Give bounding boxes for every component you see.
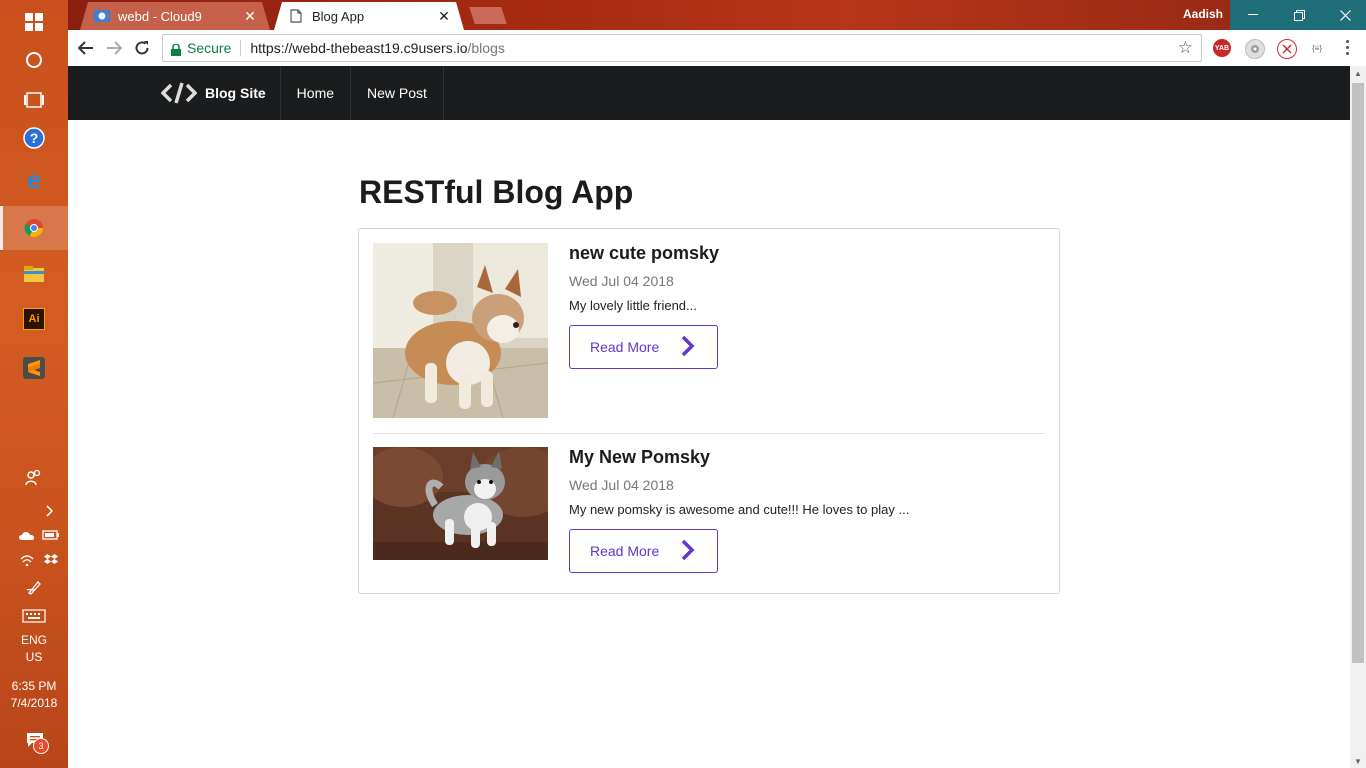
illustrator-icon[interactable]: Ai bbox=[0, 297, 68, 341]
page-title: RESTful Blog App bbox=[359, 174, 634, 210]
forward-icon[interactable] bbox=[104, 38, 124, 58]
profile-name[interactable]: Aadish bbox=[1183, 7, 1223, 21]
pen-ink-icon[interactable] bbox=[22, 577, 46, 597]
url-path: /blogs bbox=[467, 40, 505, 56]
show-hidden-icons-chevron-icon[interactable] bbox=[42, 502, 58, 520]
restore-icon[interactable] bbox=[1276, 0, 1322, 30]
brand-label: Blog Site bbox=[205, 85, 266, 101]
action-center-icon[interactable]: 3 bbox=[22, 728, 49, 754]
clock[interactable]: 6:35 PM 7/4/2018 bbox=[0, 678, 68, 712]
chevron-right-icon bbox=[681, 335, 695, 357]
nav-new-post[interactable]: New Post bbox=[351, 66, 444, 120]
tab-cloud9[interactable]: webd - Cloud9 ✕ bbox=[80, 2, 270, 30]
nav-home[interactable]: Home bbox=[281, 66, 352, 120]
close-window-icon[interactable] bbox=[1322, 0, 1366, 30]
post-image-pomsky-puppy[interactable] bbox=[373, 243, 548, 418]
notification-count-badge: 3 bbox=[33, 738, 49, 754]
tab-label: Blog App bbox=[312, 8, 365, 24]
svg-text:?: ? bbox=[30, 130, 39, 146]
post-title[interactable]: new cute pomsky bbox=[569, 243, 719, 264]
dropbox-icon[interactable] bbox=[40, 551, 62, 569]
illustrator-label: Ai bbox=[23, 308, 45, 330]
post-item: new cute pomsky Wed Jul 04 2018 My lovel… bbox=[373, 243, 1045, 434]
file-explorer-icon[interactable] bbox=[0, 252, 68, 296]
new-tab-button[interactable] bbox=[469, 7, 507, 24]
post-date: Wed Jul 04 2018 bbox=[569, 273, 674, 289]
windows-taskbar: ? e Ai ENG US 6:35 PM 7/4/2018 3 bbox=[0, 0, 68, 768]
close-tab-icon[interactable]: ✕ bbox=[436, 8, 452, 25]
browser-toolbar: Secure https://webd-thebeast19.c9users.i… bbox=[68, 30, 1366, 67]
read-more-button[interactable]: Read More bbox=[569, 325, 718, 369]
minimize-icon[interactable] bbox=[1230, 0, 1276, 30]
chrome-menu-icon[interactable] bbox=[1344, 40, 1350, 55]
extension-json-icon[interactable]: {≡} bbox=[1308, 39, 1326, 57]
post-list: new cute pomsky Wed Jul 04 2018 My lovel… bbox=[358, 228, 1060, 594]
back-icon[interactable] bbox=[76, 38, 96, 58]
read-more-button[interactable]: Read More bbox=[569, 529, 718, 573]
brand-link[interactable]: Blog Site bbox=[161, 66, 281, 120]
page-content: RESTful Blog App new cute pomsky Wed Jul… bbox=[68, 120, 1350, 768]
help-icon[interactable]: ? bbox=[0, 116, 68, 160]
post-image-pomsky-puppy[interactable] bbox=[373, 447, 548, 560]
secure-label: Secure bbox=[187, 40, 232, 56]
lock-icon bbox=[171, 43, 181, 56]
touch-keyboard-icon[interactable] bbox=[20, 606, 48, 626]
clock-time: 6:35 PM bbox=[11, 679, 57, 693]
people-icon[interactable] bbox=[22, 466, 46, 490]
tab-blog-app[interactable]: Blog App ✕ bbox=[274, 2, 464, 30]
chevron-right-icon bbox=[681, 539, 695, 561]
tab-label: webd - Cloud9 bbox=[118, 8, 202, 24]
post-excerpt: My lovely little friend... bbox=[569, 298, 697, 313]
svg-text:e: e bbox=[27, 169, 40, 191]
address-separator bbox=[240, 40, 242, 56]
site-navbar: Blog Site Home New Post bbox=[68, 66, 1350, 120]
post-title[interactable]: My New Pomsky bbox=[569, 447, 710, 468]
scrollbar-thumb[interactable] bbox=[1352, 83, 1364, 663]
browser-titlebar: webd - Cloud9 ✕ Blog App ✕ Aadish bbox=[68, 0, 1366, 30]
read-more-label: Read More bbox=[590, 339, 660, 355]
code-icon bbox=[161, 82, 197, 104]
scroll-down-icon[interactable]: ▼ bbox=[1350, 754, 1366, 768]
onedrive-icon[interactable] bbox=[16, 527, 38, 543]
read-more-label: Read More bbox=[590, 543, 660, 559]
page-icon bbox=[288, 8, 304, 24]
close-tab-icon[interactable]: ✕ bbox=[242, 8, 258, 25]
post-item: My New Pomsky Wed Jul 04 2018 My new pom… bbox=[373, 447, 1045, 577]
language-region: US bbox=[25, 650, 43, 664]
edge-icon[interactable]: e bbox=[0, 158, 68, 202]
extension-block-icon[interactable] bbox=[1277, 39, 1297, 59]
extension-disc-icon[interactable] bbox=[1245, 39, 1265, 59]
address-bar[interactable]: Secure https://webd-thebeast19.c9users.i… bbox=[162, 34, 1202, 62]
chrome-icon[interactable] bbox=[0, 206, 68, 250]
post-excerpt: My new pomsky is awesome and cute!!! He … bbox=[569, 502, 910, 517]
yab-extension-icon[interactable]: YAB bbox=[1213, 39, 1231, 57]
battery-icon[interactable] bbox=[40, 527, 62, 543]
post-date: Wed Jul 04 2018 bbox=[569, 477, 674, 493]
clock-date: 7/4/2018 bbox=[10, 696, 58, 710]
language-code: ENG bbox=[20, 633, 47, 647]
scroll-up-icon[interactable]: ▲ bbox=[1350, 66, 1366, 80]
language-indicator[interactable]: ENG US bbox=[0, 632, 68, 666]
reload-icon[interactable] bbox=[132, 38, 152, 58]
bookmark-star-icon[interactable]: ☆ bbox=[1178, 38, 1193, 58]
cloud9-icon bbox=[94, 8, 110, 24]
url-host: https://webd-thebeast19.c9users.io bbox=[250, 40, 468, 56]
sublime-icon[interactable] bbox=[0, 346, 68, 390]
wifi-icon[interactable] bbox=[16, 551, 38, 569]
cortana-icon[interactable] bbox=[0, 38, 68, 82]
